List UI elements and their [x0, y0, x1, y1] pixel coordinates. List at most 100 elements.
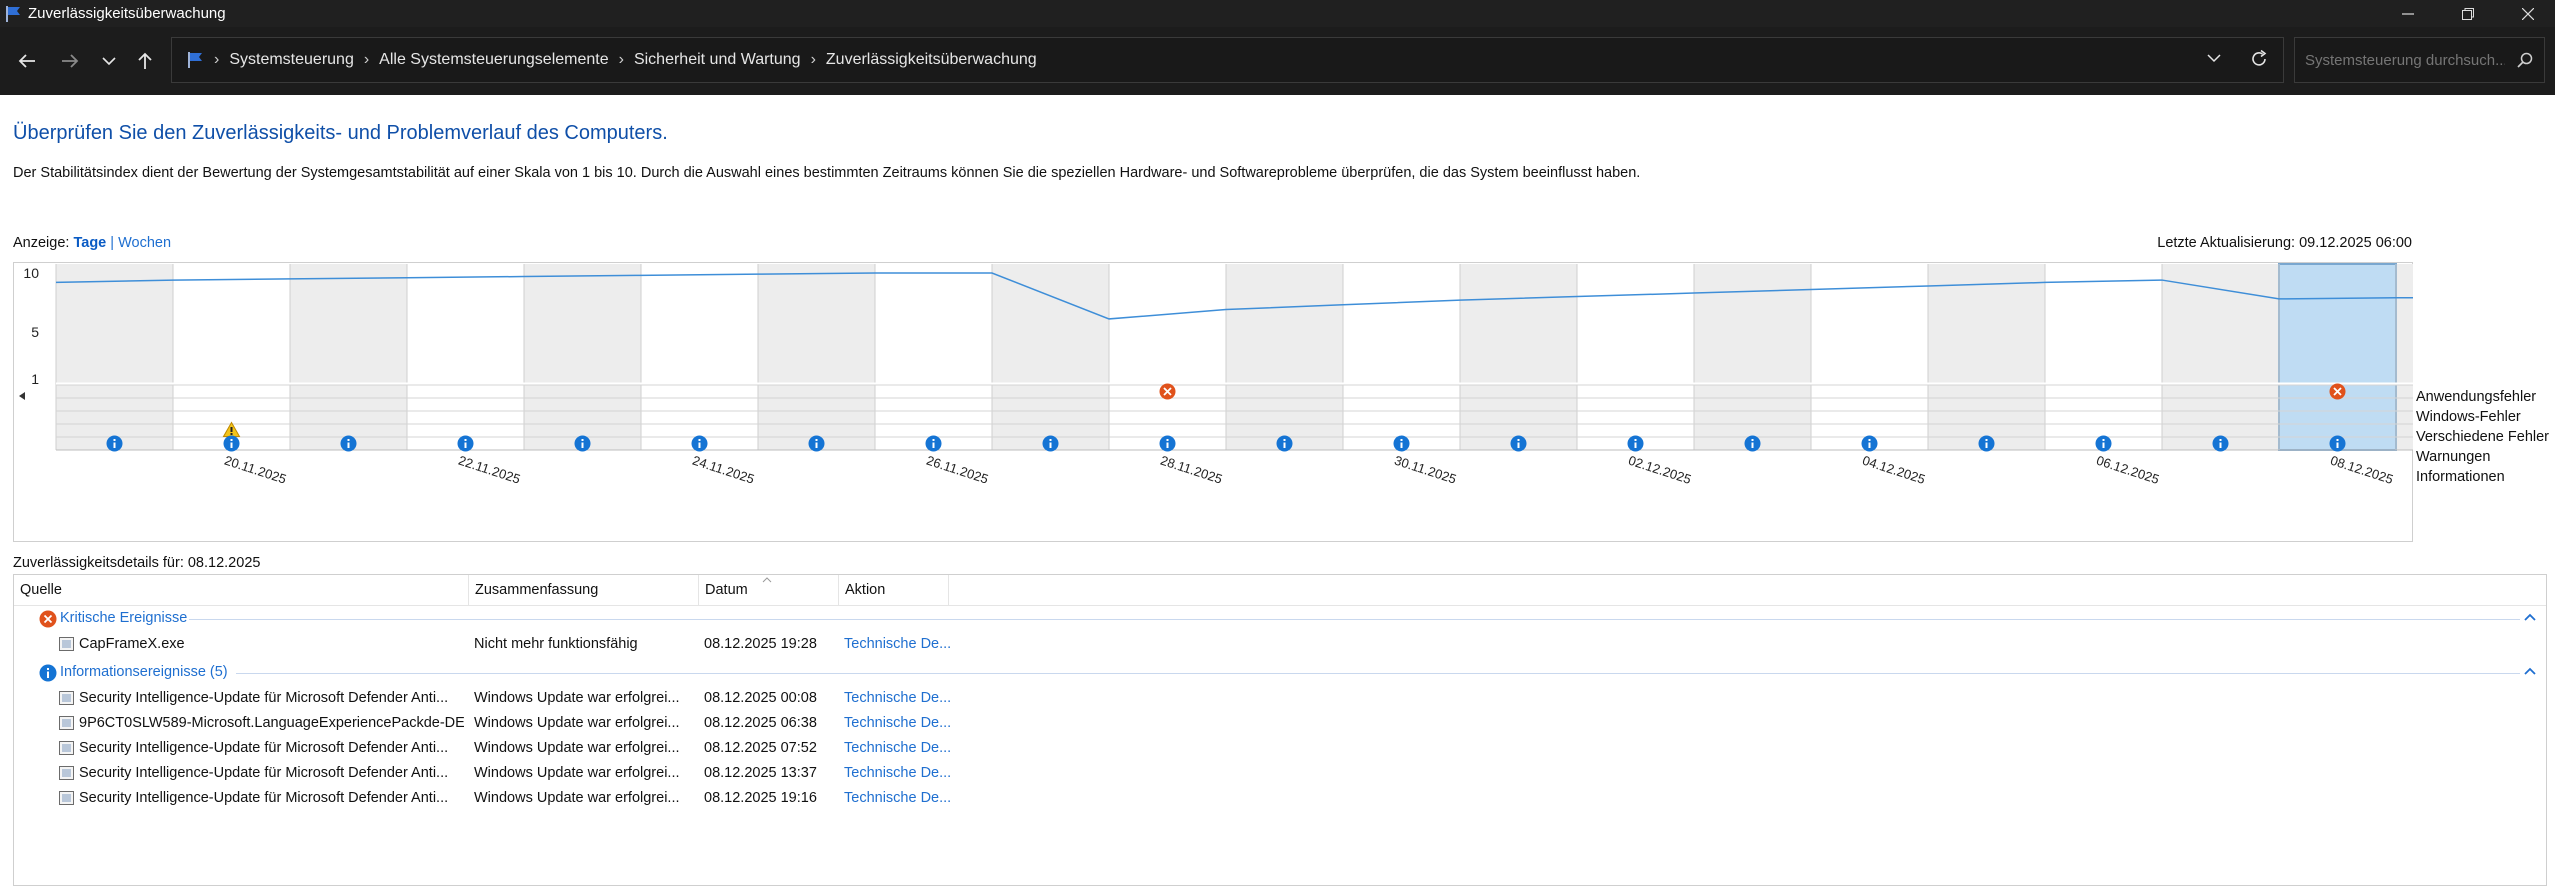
group-information-events[interactable]: Informationsereignisse (5) — [14, 661, 2546, 685]
chevron-up-icon[interactable] — [2522, 609, 2538, 625]
chart-day-column[interactable] — [875, 264, 992, 450]
cell-summary: Windows Update war erfolgrei... — [474, 765, 680, 781]
info-event-icon[interactable] — [1042, 435, 1059, 452]
error-event-icon[interactable] — [2329, 383, 2346, 400]
info-event-icon[interactable] — [106, 435, 123, 452]
close-button[interactable] — [2498, 0, 2555, 27]
cell-action-link[interactable]: Technische De... — [844, 740, 954, 756]
navigation-bar: › Systemsteuerung › Alle Systemsteuerung… — [0, 27, 2555, 95]
chart-day-column[interactable] — [1343, 264, 1460, 450]
info-event-icon[interactable] — [691, 435, 708, 452]
legend-informationen: Informationen — [2416, 469, 2505, 485]
search-input[interactable] — [2305, 48, 2505, 72]
cell-date: 08.12.2025 07:52 — [704, 740, 817, 756]
chart-day-column[interactable] — [290, 264, 407, 450]
details-table[interactable]: Quelle Zusammenfassung Datum Aktion Krit… — [13, 574, 2547, 886]
chart-day-column[interactable] — [1577, 264, 1694, 450]
up-button[interactable] — [128, 45, 162, 77]
chart-day-column[interactable] — [2396, 264, 2413, 450]
table-row[interactable]: Security Intelligence-Update für Microso… — [14, 786, 2546, 811]
chart-day-column[interactable] — [758, 264, 875, 450]
window-title: Zuverlässigkeitsüberwachung — [28, 5, 226, 22]
info-event-icon[interactable] — [1861, 435, 1878, 452]
info-event-icon[interactable] — [1744, 435, 1761, 452]
table-row[interactable]: Security Intelligence-Update für Microso… — [14, 686, 2546, 711]
chart-day-column[interactable] — [1811, 264, 1928, 450]
info-event-icon[interactable] — [925, 435, 942, 452]
info-event-icon[interactable] — [1978, 435, 1995, 452]
minimize-button[interactable] — [2378, 0, 2438, 27]
search-box[interactable] — [2294, 37, 2545, 83]
chart-day-column[interactable] — [524, 264, 641, 450]
legend-windows-fehler: Windows-Fehler — [2416, 409, 2521, 425]
view-days-link[interactable]: Tage — [73, 235, 106, 251]
recent-locations-button[interactable] — [92, 45, 126, 77]
chart-day-column[interactable] — [641, 264, 758, 450]
table-row[interactable]: 9P6CT0SLW589-Microsoft.LanguageExperienc… — [14, 711, 2546, 736]
info-event-icon[interactable] — [1276, 435, 1293, 452]
table-row[interactable]: Security Intelligence-Update für Microso… — [14, 736, 2546, 761]
cell-source: CapFrameX.exe — [79, 636, 185, 652]
reliability-chart[interactable]: 10 5 1 20.11.2025 22.11.2025 24.11.2025 26.11.… — [13, 262, 2413, 544]
title-bar: Zuverlässigkeitsüberwachung — [0, 0, 2555, 27]
cell-action-link[interactable]: Technische De... — [844, 690, 954, 706]
chart-x-tick-label: 04.12.2025 — [1861, 453, 1928, 487]
address-bar[interactable]: › Systemsteuerung › Alle Systemsteuerung… — [171, 37, 2284, 83]
chart-day-column[interactable] — [1226, 264, 1343, 450]
group-critical-events[interactable]: Kritische Ereignisse — [14, 607, 2546, 631]
chart-day-column[interactable] — [2162, 264, 2279, 450]
cell-action-link[interactable]: Technische De... — [844, 715, 954, 731]
cell-date: 08.12.2025 19:16 — [704, 790, 817, 806]
info-event-icon[interactable] — [574, 435, 591, 452]
info-event-icon[interactable] — [1159, 435, 1176, 452]
table-row[interactable]: Security Intelligence-Update für Microso… — [14, 761, 2546, 786]
restore-button[interactable] — [2438, 0, 2498, 27]
info-event-icon[interactable] — [1627, 435, 1644, 452]
breadcrumb-zuverlaessigkeit[interactable]: Zuverlässigkeitsüberwachung — [826, 51, 1037, 69]
legend-anwendungsfehler: Anwendungsfehler — [2416, 389, 2537, 405]
cell-summary: Nicht mehr funktionsfähig — [474, 636, 638, 652]
chart-day-column[interactable] — [1109, 264, 1226, 450]
forward-button[interactable] — [53, 45, 87, 77]
info-event-icon[interactable] — [2095, 435, 2112, 452]
info-event-icon[interactable] — [2329, 435, 2346, 452]
legend-warnungen: Warnungen — [2416, 449, 2491, 465]
breadcrumb-alle-elemente[interactable]: Alle Systemsteuerungselemente — [379, 51, 608, 69]
cell-action-link[interactable]: Technische De... — [844, 765, 954, 781]
cell-date: 08.12.2025 13:37 — [704, 765, 817, 781]
chart-day-column[interactable] — [1928, 264, 2045, 450]
info-event-icon[interactable] — [457, 435, 474, 452]
chart-day-column[interactable] — [992, 264, 1109, 450]
info-event-icon[interactable] — [2212, 435, 2229, 452]
breadcrumb-separator: › — [618, 51, 624, 68]
cell-action-link[interactable]: Technische De... — [844, 636, 954, 652]
address-dropdown-button[interactable] — [2207, 51, 2221, 70]
chart-day-column[interactable] — [2045, 264, 2162, 450]
chart-day-column[interactable] — [1460, 264, 1577, 450]
table-row[interactable]: CapFrameX.exe Nicht mehr funktionsfähig … — [14, 632, 2546, 657]
view-label: Anzeige: — [13, 235, 70, 251]
application-icon — [59, 766, 74, 780]
breadcrumb-systemsteuerung[interactable]: Systemsteuerung — [229, 51, 354, 69]
view-weeks-link[interactable]: Wochen — [118, 235, 171, 251]
info-event-icon[interactable] — [808, 435, 825, 452]
chart-day-column[interactable] — [407, 264, 524, 450]
scroll-left-arrow[interactable] — [19, 392, 25, 400]
view-separator: | — [110, 235, 115, 251]
chart-selected-column[interactable] — [2278, 263, 2397, 451]
error-event-icon[interactable] — [1159, 383, 1176, 400]
info-event-icon[interactable] — [1510, 435, 1527, 452]
refresh-button[interactable] — [2249, 49, 2269, 74]
chart-day-column[interactable] — [56, 264, 173, 450]
info-event-icon[interactable] — [340, 435, 357, 452]
chevron-up-icon[interactable] — [2522, 663, 2538, 679]
column-header-zusammenfassung[interactable]: Zusammenfassung — [469, 575, 699, 605]
column-header-aktion[interactable]: Aktion — [839, 575, 949, 605]
info-event-icon[interactable] — [223, 435, 240, 452]
column-header-quelle[interactable]: Quelle — [14, 575, 469, 605]
back-button[interactable] — [10, 45, 44, 77]
cell-action-link[interactable]: Technische De... — [844, 790, 954, 806]
breadcrumb-sicherheit-wartung[interactable]: Sicherheit und Wartung — [634, 51, 801, 69]
info-event-icon[interactable] — [1393, 435, 1410, 452]
chart-x-tick-label: 24.11.2025 — [691, 453, 757, 487]
